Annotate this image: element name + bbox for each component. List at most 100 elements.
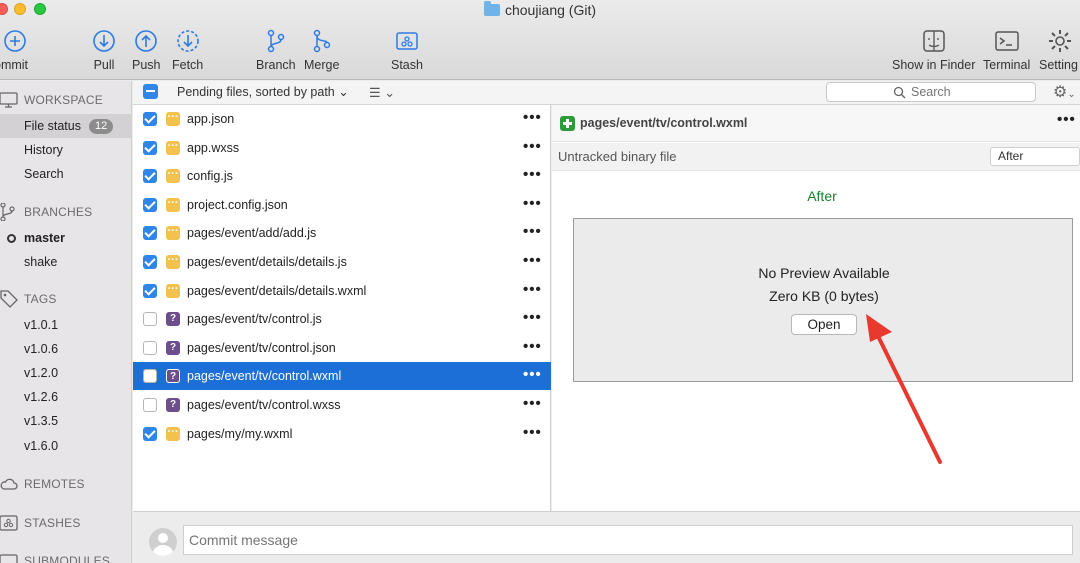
open-button[interactable]: Open (791, 314, 857, 335)
sidebar-item-tag[interactable]: v1.2.6 (0, 385, 132, 409)
file-row[interactable]: app.json ••• (133, 105, 551, 133)
file-row[interactable]: pages/event/details/details.js ••• (133, 248, 551, 276)
file-row-selected[interactable]: ? pages/event/tv/control.wxml ••• (133, 362, 551, 391)
more-icon[interactable]: ••• (1057, 111, 1076, 128)
file-row[interactable]: project.config.json ••• (133, 191, 551, 219)
commit-message-input[interactable] (183, 525, 1073, 555)
sidebar-item-branch-shake[interactable]: shake (0, 250, 132, 274)
more-icon[interactable]: ••• (523, 366, 542, 383)
list-icon: ☰ (369, 85, 381, 100)
stash-button[interactable]: Stash (391, 28, 423, 72)
diff-subheader: Untracked binary file After (552, 143, 1080, 171)
sidebar-item-tag[interactable]: v1.2.0 (0, 361, 132, 385)
stage-checkbox[interactable] (143, 312, 157, 327)
terminal-button[interactable]: Terminal (983, 28, 1030, 72)
more-icon[interactable]: ••• (523, 195, 542, 212)
file-row[interactable]: pages/my/my.wxml ••• (133, 420, 551, 448)
stage-checkbox[interactable] (143, 140, 157, 155)
more-icon[interactable]: ••• (523, 138, 542, 155)
diff-pane: pages/event/tv/control.wxml ••• Untracke… (552, 105, 1080, 511)
file-row[interactable]: app.wxss ••• (133, 134, 551, 162)
stage-checkbox[interactable] (143, 426, 157, 441)
window-toolbar: choujiang (Git) ommit Pull Push Fetch Br… (0, 0, 1080, 80)
file-row[interactable]: config.js ••• (133, 162, 551, 190)
file-list: app.json ••• app.wxss ••• config.js ••• … (133, 105, 551, 511)
search-input[interactable] (911, 84, 1031, 100)
stage-checkbox[interactable] (143, 112, 157, 126)
merge-icon (313, 29, 330, 53)
submodule-icon (0, 554, 18, 563)
sidebar-item-search[interactable]: Search (0, 162, 132, 186)
finder-icon (922, 30, 945, 52)
fetch-button[interactable]: Fetch (172, 28, 203, 72)
stage-checkbox[interactable] (143, 283, 157, 298)
file-list-header: Pending files, sorted by path ⌄ ☰ ⌄ ⚙⌄ (133, 81, 1080, 105)
diff-file-type: Untracked binary file (558, 149, 677, 164)
untracked-icon: ? (166, 398, 180, 412)
branch-button[interactable]: Branch (256, 28, 296, 72)
sidebar-item-branch-master[interactable]: master (0, 226, 132, 250)
stash-icon (0, 515, 18, 531)
modified-icon (166, 110, 180, 126)
sidebar-item-tag[interactable]: v1.0.6 (0, 337, 132, 361)
more-icon[interactable]: ••• (523, 109, 542, 126)
gear-icon[interactable]: ⚙⌄ (1053, 82, 1076, 102)
sidebar-item-tag[interactable]: v1.0.1 (0, 313, 132, 337)
untracked-icon: ? (166, 369, 180, 384)
cloud-icon (0, 478, 18, 490)
stage-checkbox[interactable] (143, 226, 157, 241)
monitor-icon (0, 92, 18, 108)
stage-checkbox[interactable] (143, 340, 157, 355)
more-icon[interactable]: ••• (523, 309, 542, 326)
chevron-down-icon: ⌄ (338, 85, 349, 99)
commit-button[interactable]: ommit (0, 28, 28, 72)
arrow-up-circle-icon (135, 30, 158, 52)
file-row[interactable]: pages/event/add/add.js ••• (133, 219, 551, 247)
stage-checkbox[interactable] (143, 255, 157, 269)
stage-all-checkbox[interactable] (143, 84, 158, 99)
more-icon[interactable]: ••• (523, 166, 542, 183)
search-icon (893, 86, 906, 99)
file-row[interactable]: pages/event/details/details.wxml ••• (133, 277, 551, 305)
stage-checkbox[interactable] (143, 398, 157, 412)
more-icon[interactable]: ••• (523, 395, 542, 412)
after-heading: After (807, 188, 837, 204)
arrow-down-circle-icon (93, 30, 115, 52)
stage-checkbox[interactable] (143, 369, 157, 384)
more-icon[interactable]: ••• (523, 338, 542, 355)
show-in-finder-button[interactable]: Show in Finder (892, 28, 975, 72)
more-icon[interactable]: ••• (523, 281, 542, 298)
sort-dropdown[interactable]: Pending files, sorted by path ⌄ (177, 84, 349, 99)
plus-circle-icon (4, 30, 26, 52)
modified-icon (166, 196, 180, 212)
merge-button[interactable]: Merge (304, 28, 339, 72)
modified-icon (166, 253, 180, 269)
sidebar-item-tag[interactable]: v1.6.0 (0, 434, 132, 458)
file-row[interactable]: ? pages/event/tv/control.json ••• (133, 334, 551, 362)
pull-button[interactable]: Pull (91, 28, 117, 72)
search-field[interactable] (826, 82, 1036, 102)
file-row[interactable]: ? pages/event/tv/control.wxss ••• (133, 391, 551, 419)
list-view-mode-button[interactable]: ☰ ⌄ (369, 85, 395, 101)
stage-checkbox[interactable] (143, 169, 157, 184)
folder-icon (483, 1, 500, 16)
diff-header: pages/event/tv/control.wxml ••• (552, 105, 1080, 142)
commit-area (133, 511, 1080, 563)
push-button[interactable]: Push (132, 28, 161, 72)
view-mode-select[interactable]: After (990, 147, 1080, 166)
sidebar-item-history[interactable]: History (0, 138, 132, 162)
sidebar: WORKSPACE File status 12 History Search B… (0, 81, 132, 563)
more-icon[interactable]: ••• (523, 223, 542, 240)
sidebar-item-file-status[interactable]: File status 12 (0, 114, 132, 138)
untracked-icon: ? (166, 312, 180, 327)
file-row[interactable]: ? pages/event/tv/control.js ••• (133, 305, 551, 333)
stage-checkbox[interactable] (143, 197, 157, 212)
sidebar-item-tag[interactable]: v1.3.5 (0, 409, 132, 433)
more-icon[interactable]: ••• (523, 252, 542, 269)
more-icon[interactable]: ••• (523, 424, 542, 441)
branch-icon (0, 203, 15, 221)
settings-button[interactable]: Setting (1039, 28, 1078, 72)
stash-icon (396, 32, 418, 50)
chevron-down-icon: ⌄ (1067, 89, 1076, 100)
modified-icon (166, 224, 180, 241)
